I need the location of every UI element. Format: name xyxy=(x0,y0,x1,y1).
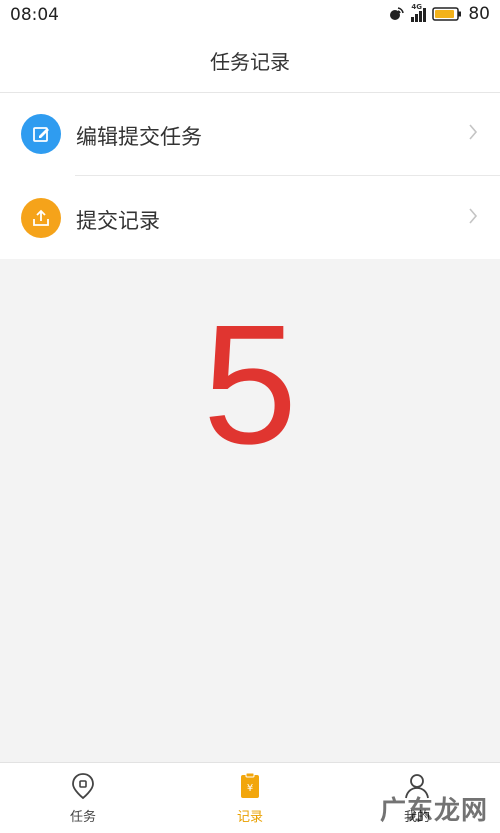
status-icons: 4G 80 xyxy=(387,3,490,24)
chevron-right-icon xyxy=(469,208,478,224)
battery-level: 80 xyxy=(468,4,490,24)
header: 任务记录 xyxy=(0,30,500,93)
tab-label: 记录 xyxy=(236,810,263,825)
battery-icon xyxy=(432,7,462,21)
status-bar: 08:04 4G 80 xyxy=(0,0,500,30)
location-pin-icon xyxy=(72,773,94,800)
annotation-number: 5 xyxy=(202,290,298,480)
menu-list: 编辑提交任务 提交记录 xyxy=(0,93,500,259)
clipboard-icon: ¥ xyxy=(241,772,259,798)
svg-text:¥: ¥ xyxy=(247,783,253,794)
status-time: 08:04 xyxy=(10,5,59,25)
signal-icon: 4G xyxy=(411,3,427,22)
menu-item-label: 编辑提交任务 xyxy=(76,125,202,149)
tab-tasks[interactable]: 任务 xyxy=(0,763,166,833)
satellite-icon xyxy=(390,7,405,20)
chevron-right-icon xyxy=(469,124,478,140)
watermark: 广东龙网 xyxy=(379,796,488,826)
tab-label: 任务 xyxy=(69,810,96,825)
divider xyxy=(75,175,500,176)
tab-records[interactable]: ¥ 记录 xyxy=(167,763,333,833)
menu-item-submit-records[interactable]: 提交记录 xyxy=(0,177,500,259)
menu-item-label: 提交记录 xyxy=(76,209,160,233)
upload-icon xyxy=(21,198,61,238)
menu-item-edit-submit-task[interactable]: 编辑提交任务 xyxy=(0,93,500,176)
network-type-label: 4G xyxy=(411,3,422,11)
page-title: 任务记录 xyxy=(210,50,290,74)
edit-icon xyxy=(21,114,61,154)
